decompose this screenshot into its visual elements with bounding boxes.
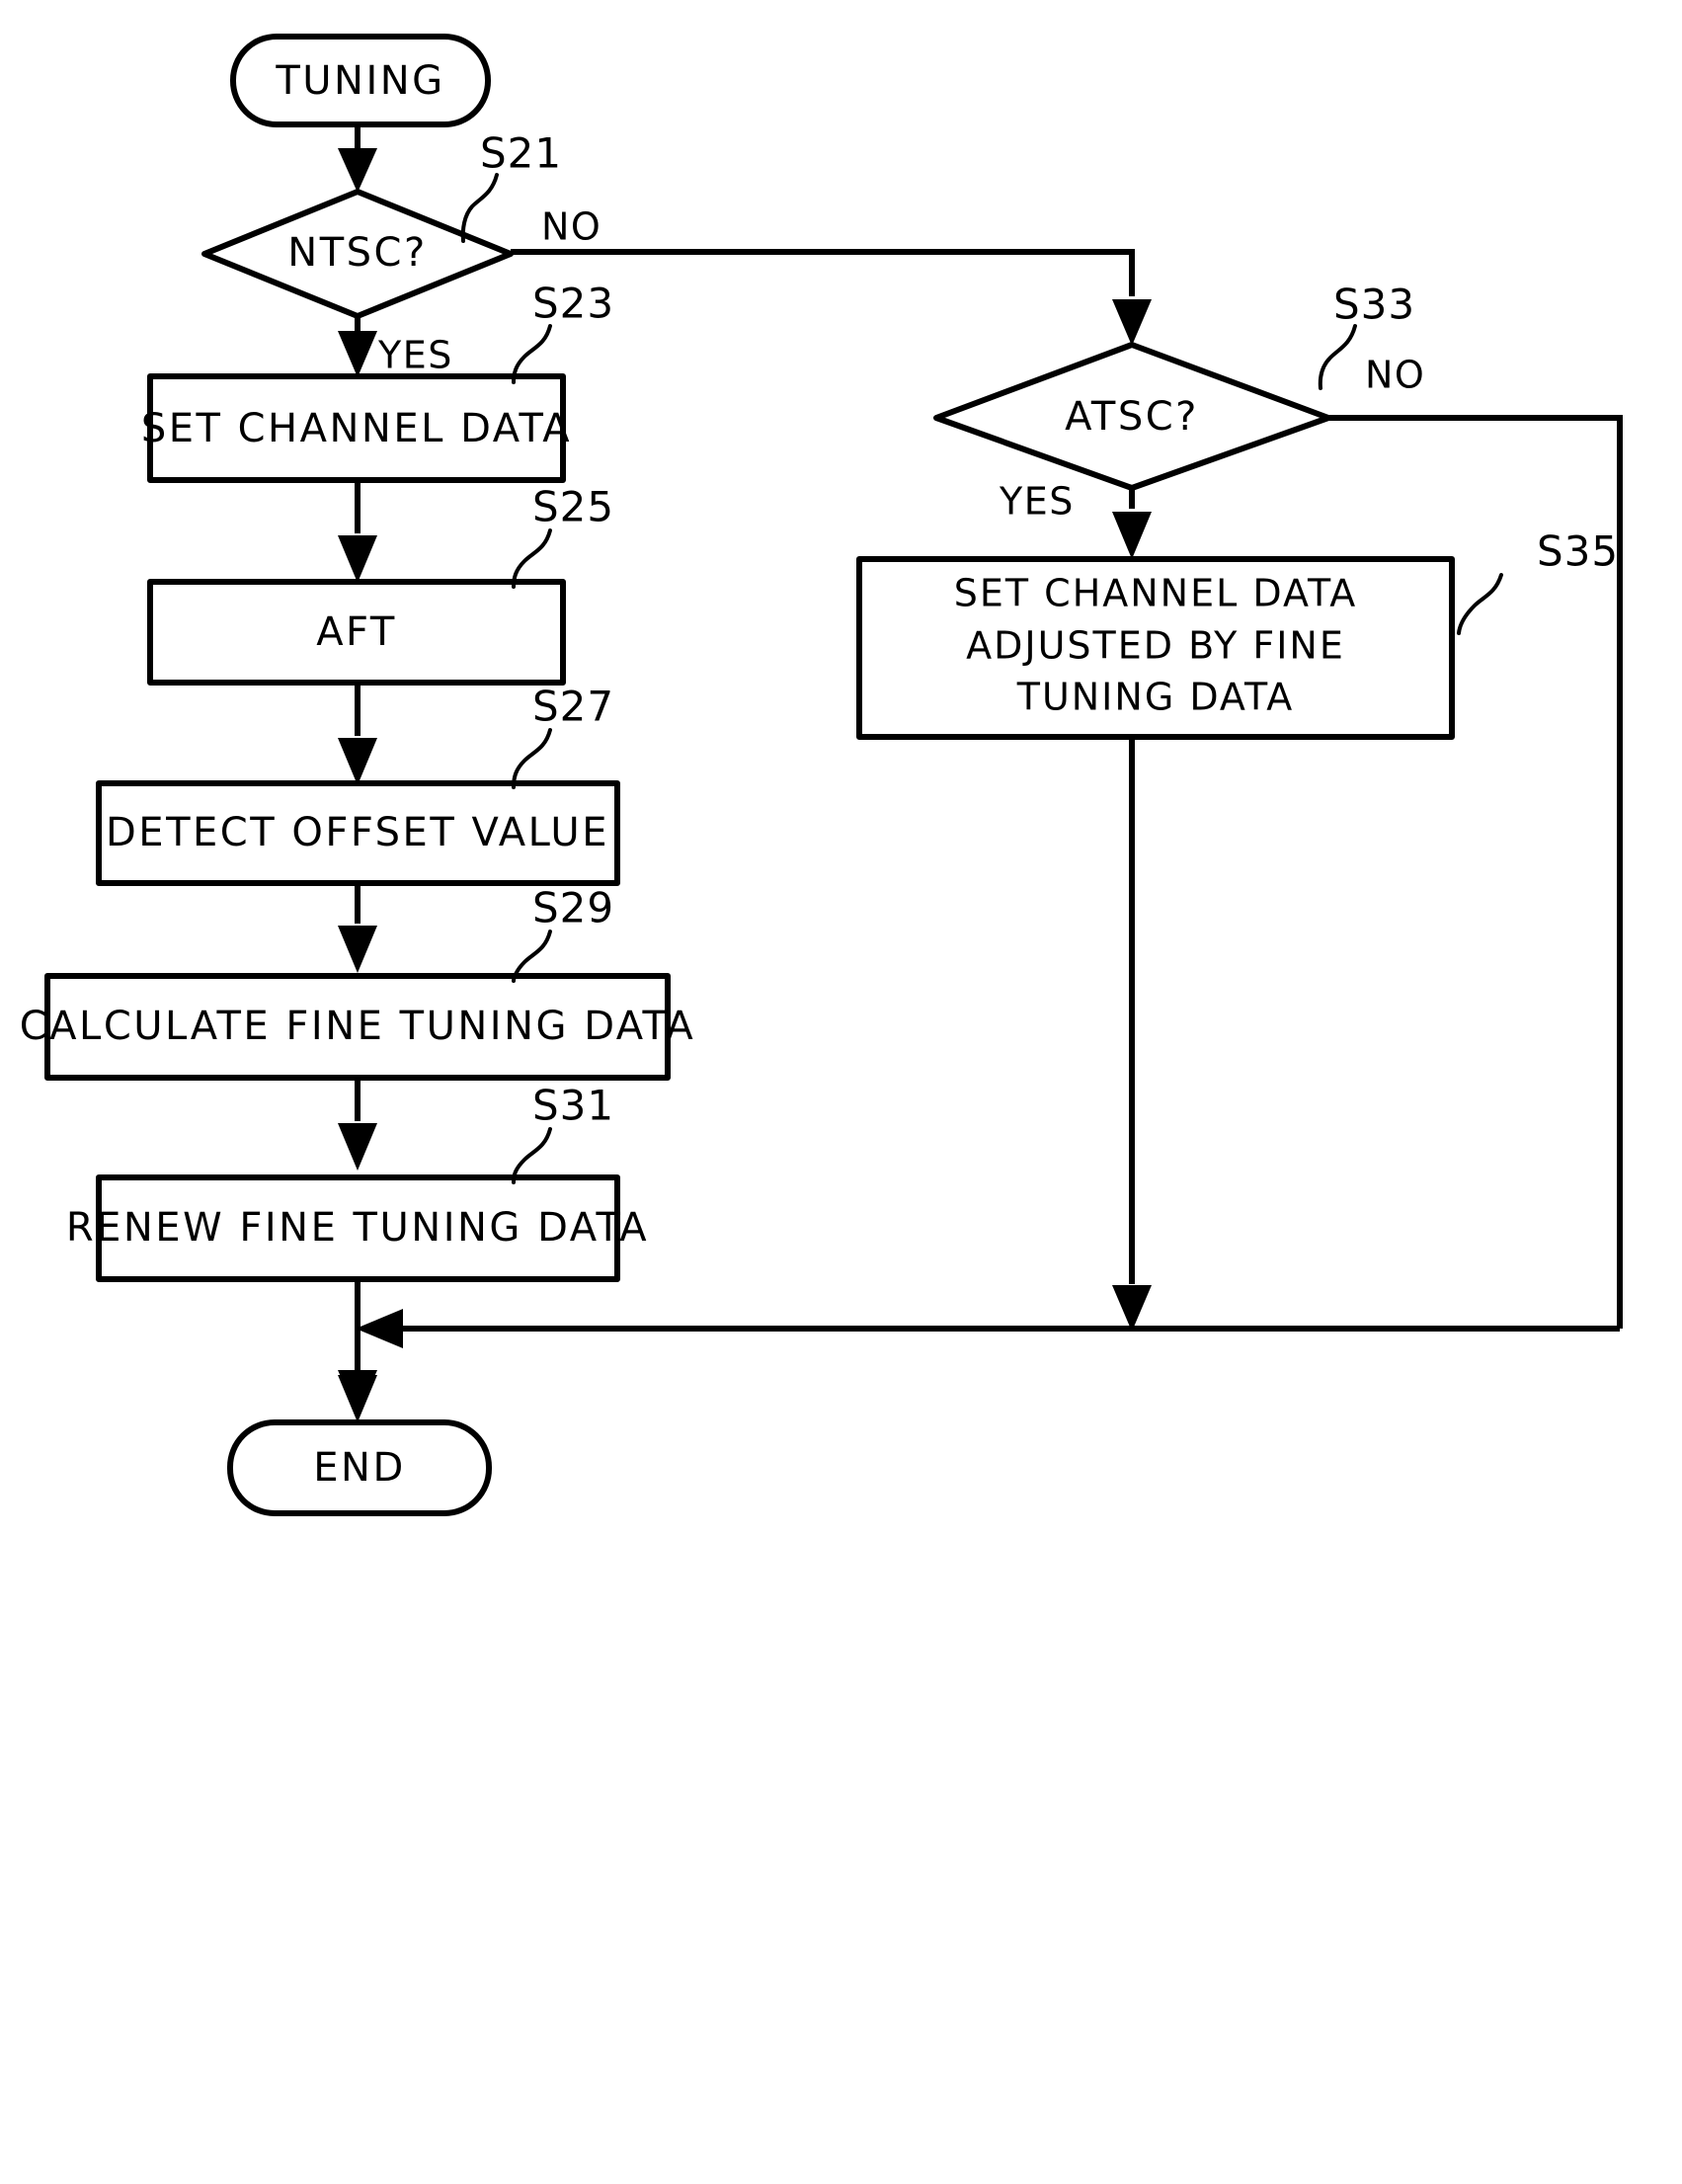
node-set-channel-adjusted-line1: SET CHANNEL DATA [954, 572, 1358, 615]
step-label-s27: S27 [532, 683, 614, 731]
edge-merge-to-end [338, 1329, 377, 1422]
flowchart-canvas: TUNING NTSC? SET CHANNEL DATA AFT DETECT… [20, 34, 1623, 1516]
node-ntsc-label: NTSC? [287, 230, 427, 276]
step-callout-s29: S29 [512, 884, 614, 983]
edge-atsc-yes-to-set-channel-adjusted [1112, 488, 1152, 559]
edge-label-ntsc-yes: YES [377, 334, 453, 377]
node-detect-offset[interactable]: DETECT OFFSET VALUE [96, 780, 620, 886]
step-label-s23: S23 [532, 280, 614, 328]
edge-ntsc-yes-to-set-channel-data [338, 316, 377, 377]
step-callout-s25: S25 [512, 483, 614, 589]
step-label-s31: S31 [532, 1082, 614, 1130]
step-callout-s27: S27 [512, 683, 614, 789]
step-label-s29: S29 [532, 884, 614, 932]
node-atsc-decision[interactable]: ATSC? [933, 342, 1331, 491]
node-atsc-label: ATSC? [1065, 394, 1199, 440]
step-label-s33: S33 [1333, 281, 1415, 329]
node-detect-offset-label: DETECT OFFSET VALUE [106, 810, 609, 855]
step-callout-s31: S31 [512, 1082, 614, 1184]
edge-label-atsc-no: NO [1365, 354, 1425, 397]
node-aft[interactable]: AFT [147, 579, 566, 686]
edge-set-channel-adjusted-to-end [1112, 736, 1152, 1332]
node-calculate-fine-label: CALCULATE FINE TUNING DATA [20, 1004, 696, 1049]
node-start-label: TUNING [275, 58, 444, 104]
flowchart-page: TUNING NTSC? SET CHANNEL DATA AFT DETECT… [0, 0, 1682, 2184]
node-ntsc-decision[interactable]: NTSC? [201, 189, 514, 319]
node-start[interactable]: TUNING [230, 34, 491, 127]
edge-set-channel-data-to-aft [338, 480, 377, 583]
merge-line-to-end [356, 1309, 1620, 1348]
step-label-s25: S25 [532, 483, 614, 531]
step-label-s35: S35 [1537, 527, 1619, 576]
node-renew-fine-label: RENEW FINE TUNING DATA [66, 1205, 649, 1251]
edge-aft-to-detect-offset [338, 682, 377, 785]
node-set-channel-adjusted-line2: ADJUSTED BY FINE [966, 624, 1345, 668]
edge-label-ntsc-no: NO [541, 205, 601, 249]
node-set-channel-data[interactable]: SET CHANNEL DATA [141, 373, 572, 483]
step-label-s21: S21 [480, 129, 562, 178]
node-end[interactable]: END [227, 1419, 492, 1516]
node-calculate-fine[interactable]: CALCULATE FINE TUNING DATA [20, 973, 696, 1081]
edge-start-to-ntsc [338, 122, 377, 193]
step-callout-s35: S35 [1457, 527, 1619, 635]
node-renew-fine[interactable]: RENEW FINE TUNING DATA [66, 1174, 649, 1282]
step-callout-s23: S23 [512, 280, 614, 384]
edge-detect-offset-to-calculate-fine [338, 881, 377, 973]
node-set-channel-data-label: SET CHANNEL DATA [141, 406, 572, 451]
node-end-label: END [313, 1445, 406, 1491]
node-set-channel-adjusted[interactable]: SET CHANNEL DATA ADJUSTED BY FINE TUNING… [856, 556, 1455, 740]
node-set-channel-adjusted-line3: TUNING DATA [1016, 676, 1295, 719]
edge-calculate-fine-to-renew-fine [338, 1077, 377, 1171]
node-aft-label: AFT [316, 609, 397, 655]
edge-label-atsc-yes: YES [999, 480, 1075, 524]
